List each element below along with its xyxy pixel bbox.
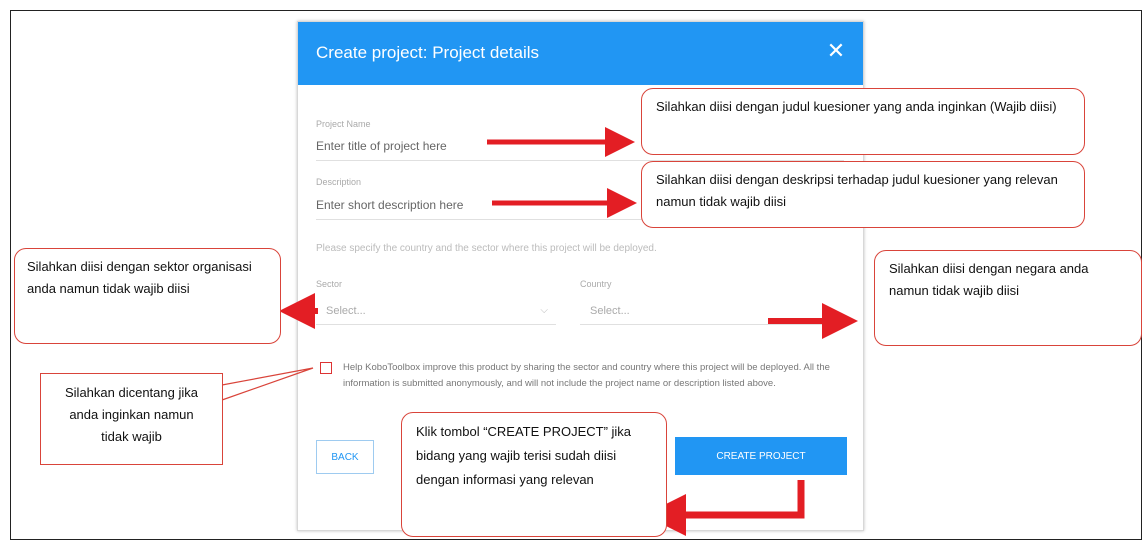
callout-project-name: Silahkan diisi dengan judul kuesioner ya… (641, 88, 1085, 155)
country-select-value: Select... (590, 305, 630, 317)
back-button[interactable]: BACK (316, 440, 374, 474)
dialog-header: Create project: Project details ✕ (298, 22, 863, 85)
description-label: Description (316, 177, 362, 187)
sector-select-value: Select... (326, 305, 366, 317)
chevron-down-icon: ⌵ (826, 305, 834, 316)
close-icon[interactable]: ✕ (823, 38, 849, 64)
callout-country: Silahkan diisi dengan negara anda namun … (874, 250, 1142, 346)
dialog-title: Create project: Project details (316, 43, 539, 62)
share-data-checkbox[interactable] (320, 362, 332, 374)
project-name-label: Project Name (316, 119, 371, 129)
callout-checkbox: Silahkan dicentang jika anda inginkan na… (40, 373, 223, 465)
chevron-down-icon: ⌵ (540, 305, 548, 316)
callout-sector: Silahkan diisi dengan sektor organisasi … (14, 248, 281, 344)
country-label: Country (580, 279, 612, 289)
sector-select[interactable]: Select... ⌵ (316, 301, 556, 325)
sector-label: Sector (316, 279, 343, 289)
country-select[interactable]: Select... ⌵ (580, 301, 842, 325)
callout-create-project: Klik tombol “CREATE PROJECT” jika bidang… (401, 412, 667, 537)
callout-description: Silahkan diisi dengan deskripsi terhadap… (641, 161, 1085, 228)
deployment-hint: Please specify the country and the secto… (316, 243, 657, 254)
consent-text: Help KoboToolbox improve this product by… (343, 362, 830, 389)
create-project-button[interactable]: CREATE PROJECT (675, 437, 847, 475)
